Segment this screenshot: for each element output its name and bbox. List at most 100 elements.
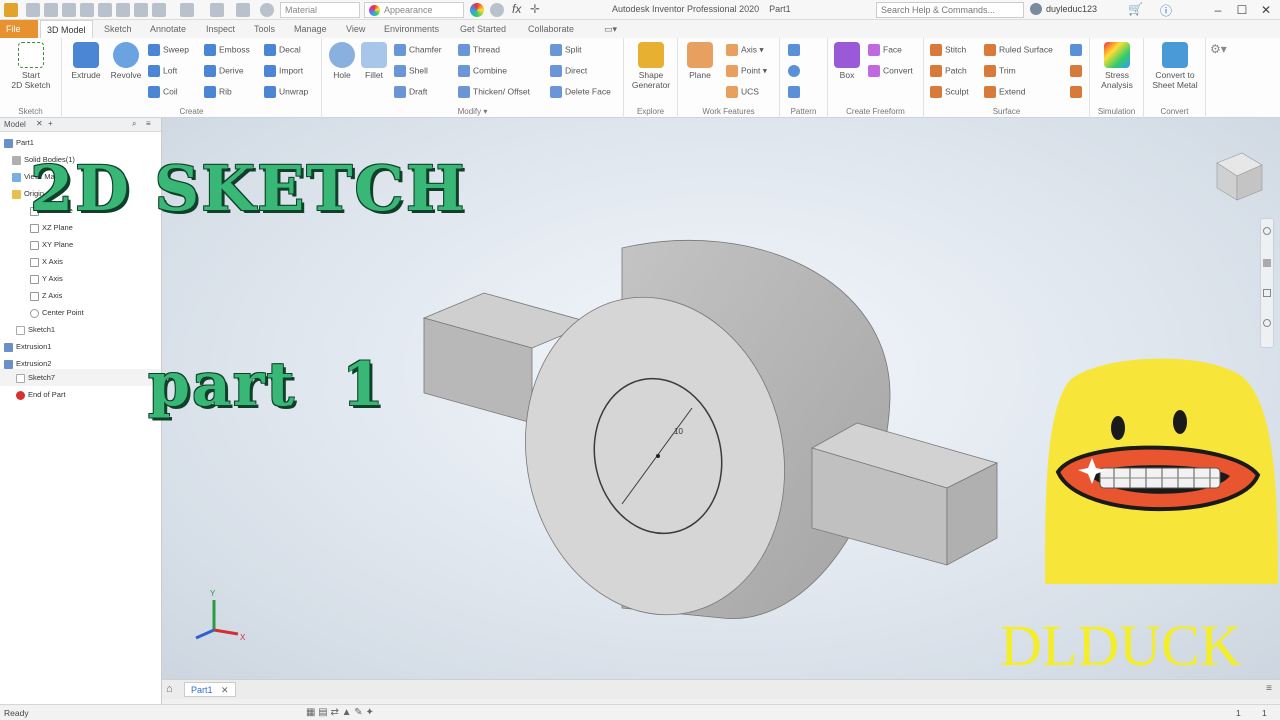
- rectangular-pattern-button[interactable]: [788, 44, 803, 56]
- trim-button[interactable]: Trim: [984, 65, 1016, 77]
- zoom-icon[interactable]: [1263, 289, 1271, 297]
- hole-button[interactable]: Hole: [326, 42, 358, 80]
- loft-button[interactable]: Loft: [148, 65, 177, 77]
- ucs-button[interactable]: UCS: [726, 86, 759, 98]
- tab-3d-model[interactable]: 3D Model: [40, 20, 93, 38]
- tab-inspect[interactable]: Inspect: [200, 20, 241, 38]
- plane-button[interactable]: Plane: [682, 42, 718, 80]
- new-file-icon[interactable]: [26, 3, 40, 17]
- tree-item-extrusion1[interactable]: Extrusion1: [4, 342, 51, 352]
- surface-extra-button-3[interactable]: [1070, 86, 1085, 98]
- emboss-button[interactable]: Emboss: [204, 44, 250, 56]
- close-browser-icon[interactable]: ✕: [36, 119, 43, 128]
- close-doc-tab-icon[interactable]: ✕: [221, 685, 229, 695]
- start-2d-sketch-button[interactable]: Start 2D Sketch: [6, 42, 56, 90]
- tab-list-icon[interactable]: ≡: [1266, 683, 1272, 694]
- sculpt-button[interactable]: Sculpt: [930, 86, 969, 98]
- steering-wheel-icon[interactable]: [1263, 227, 1271, 235]
- select-icon[interactable]: [152, 3, 166, 17]
- doc-tab-part1[interactable]: Part1 ✕: [184, 682, 236, 697]
- tree-item-extrusion2[interactable]: Extrusion2: [4, 359, 51, 369]
- split-button[interactable]: Split: [550, 44, 582, 56]
- redo-icon[interactable]: [98, 3, 112, 17]
- patch-button[interactable]: Patch: [930, 65, 967, 77]
- revolve-button[interactable]: Revolve: [106, 42, 146, 80]
- shape-generator-button[interactable]: Shape Generator: [626, 42, 676, 90]
- help-icon[interactable]: ⓘ: [1160, 2, 1172, 19]
- rib-button[interactable]: Rib: [204, 86, 232, 98]
- chamfer-button[interactable]: Chamfer: [394, 44, 442, 56]
- tree-item-center-point[interactable]: Center Point: [30, 308, 84, 318]
- measure-icon[interactable]: [210, 3, 224, 17]
- home-icon[interactable]: [116, 3, 130, 17]
- tab-view[interactable]: View: [340, 20, 371, 38]
- stitch-button[interactable]: Stitch: [930, 44, 966, 56]
- unwrap-button[interactable]: Unwrap: [264, 86, 308, 98]
- tree-item-y-axis[interactable]: Y Axis: [30, 274, 63, 284]
- box-button[interactable]: Box: [830, 42, 864, 80]
- tab-manage[interactable]: Manage: [288, 20, 333, 38]
- fillet-button[interactable]: Fillet: [358, 42, 390, 80]
- mirror-button[interactable]: [788, 86, 803, 98]
- tab-sketch[interactable]: Sketch: [98, 20, 138, 38]
- surface-extra-button-1[interactable]: [1070, 44, 1085, 56]
- point-button[interactable]: Point ▾: [726, 65, 767, 77]
- search-input[interactable]: Search Help & Commands...: [876, 2, 1024, 18]
- sketch-center-point[interactable]: [656, 454, 660, 458]
- tab-get-started[interactable]: Get Started: [454, 20, 512, 38]
- tree-item-x-axis[interactable]: X Axis: [30, 257, 63, 267]
- update-icon[interactable]: [134, 3, 148, 17]
- direct-button[interactable]: Direct: [550, 65, 587, 77]
- undo-icon[interactable]: [80, 3, 94, 17]
- sweep-button[interactable]: Sweep: [148, 44, 189, 56]
- gear-icon[interactable]: [260, 3, 274, 17]
- thread-button[interactable]: Thread: [458, 44, 500, 56]
- combine-button[interactable]: Combine: [458, 65, 507, 77]
- ribbon-settings-icon[interactable]: ⚙▾: [1210, 42, 1227, 56]
- status-icons[interactable]: ▦ ▤ ⇄ ▲ ✎ ✦: [306, 707, 374, 718]
- ruled-surface-button[interactable]: Ruled Surface: [984, 44, 1053, 56]
- browser-search-icon[interactable]: ⌕: [132, 119, 136, 129]
- delete-face-button[interactable]: Delete Face: [550, 86, 611, 98]
- return-icon[interactable]: [180, 3, 194, 17]
- draft-button[interactable]: Draft: [394, 86, 427, 98]
- maximize-button[interactable]: ☐: [1230, 2, 1254, 18]
- extrude-button[interactable]: Extrude: [68, 42, 104, 80]
- ribbon-options-icon[interactable]: ▭▾: [598, 20, 623, 38]
- derive-button[interactable]: Derive: [204, 65, 244, 77]
- pan-icon[interactable]: [1263, 259, 1271, 267]
- appearance-select[interactable]: Appearance: [364, 2, 464, 18]
- tree-item-sketch7[interactable]: Sketch7: [16, 373, 55, 383]
- tree-item-part[interactable]: Part1: [4, 138, 34, 148]
- cart-icon[interactable]: 🛒: [1128, 2, 1143, 16]
- color-wheel-icon[interactable]: [470, 3, 484, 17]
- fx-icon[interactable]: fx: [512, 2, 521, 16]
- tab-annotate[interactable]: Annotate: [144, 20, 192, 38]
- tree-item-xy-plane[interactable]: XY Plane: [30, 240, 73, 250]
- modify-panel-label[interactable]: Modify ▾: [322, 107, 623, 116]
- extend-button[interactable]: Extend: [984, 86, 1025, 98]
- save-icon[interactable]: [62, 3, 76, 17]
- tab-collaborate[interactable]: Collaborate: [522, 20, 580, 38]
- circular-pattern-button[interactable]: [788, 65, 803, 77]
- tree-item-sketch1[interactable]: Sketch1: [16, 325, 55, 335]
- coil-button[interactable]: Coil: [148, 86, 178, 98]
- stress-analysis-button[interactable]: Stress Analysis: [1092, 42, 1142, 90]
- tab-file[interactable]: File: [0, 20, 38, 38]
- material-select[interactable]: Material: [280, 2, 360, 18]
- convert-button[interactable]: Convert: [868, 65, 913, 77]
- tree-item-z-axis[interactable]: Z Axis: [30, 291, 62, 301]
- tab-environments[interactable]: Environments: [378, 20, 445, 38]
- close-button[interactable]: ✕: [1254, 2, 1278, 18]
- import-button[interactable]: Import: [264, 65, 303, 77]
- decal-button[interactable]: Decal: [264, 44, 301, 56]
- open-file-icon[interactable]: [44, 3, 58, 17]
- clear-icon[interactable]: [236, 3, 250, 17]
- axis-button[interactable]: Axis ▾: [726, 44, 764, 56]
- thicken-offset-button[interactable]: Thicken/ Offset: [458, 86, 530, 98]
- tree-item-end-of-part[interactable]: End of Part: [16, 390, 66, 400]
- minimize-button[interactable]: –: [1206, 2, 1230, 18]
- home-tab-icon[interactable]: ⌂: [166, 683, 173, 695]
- tab-tools[interactable]: Tools: [248, 20, 281, 38]
- surface-extra-button-2[interactable]: [1070, 65, 1085, 77]
